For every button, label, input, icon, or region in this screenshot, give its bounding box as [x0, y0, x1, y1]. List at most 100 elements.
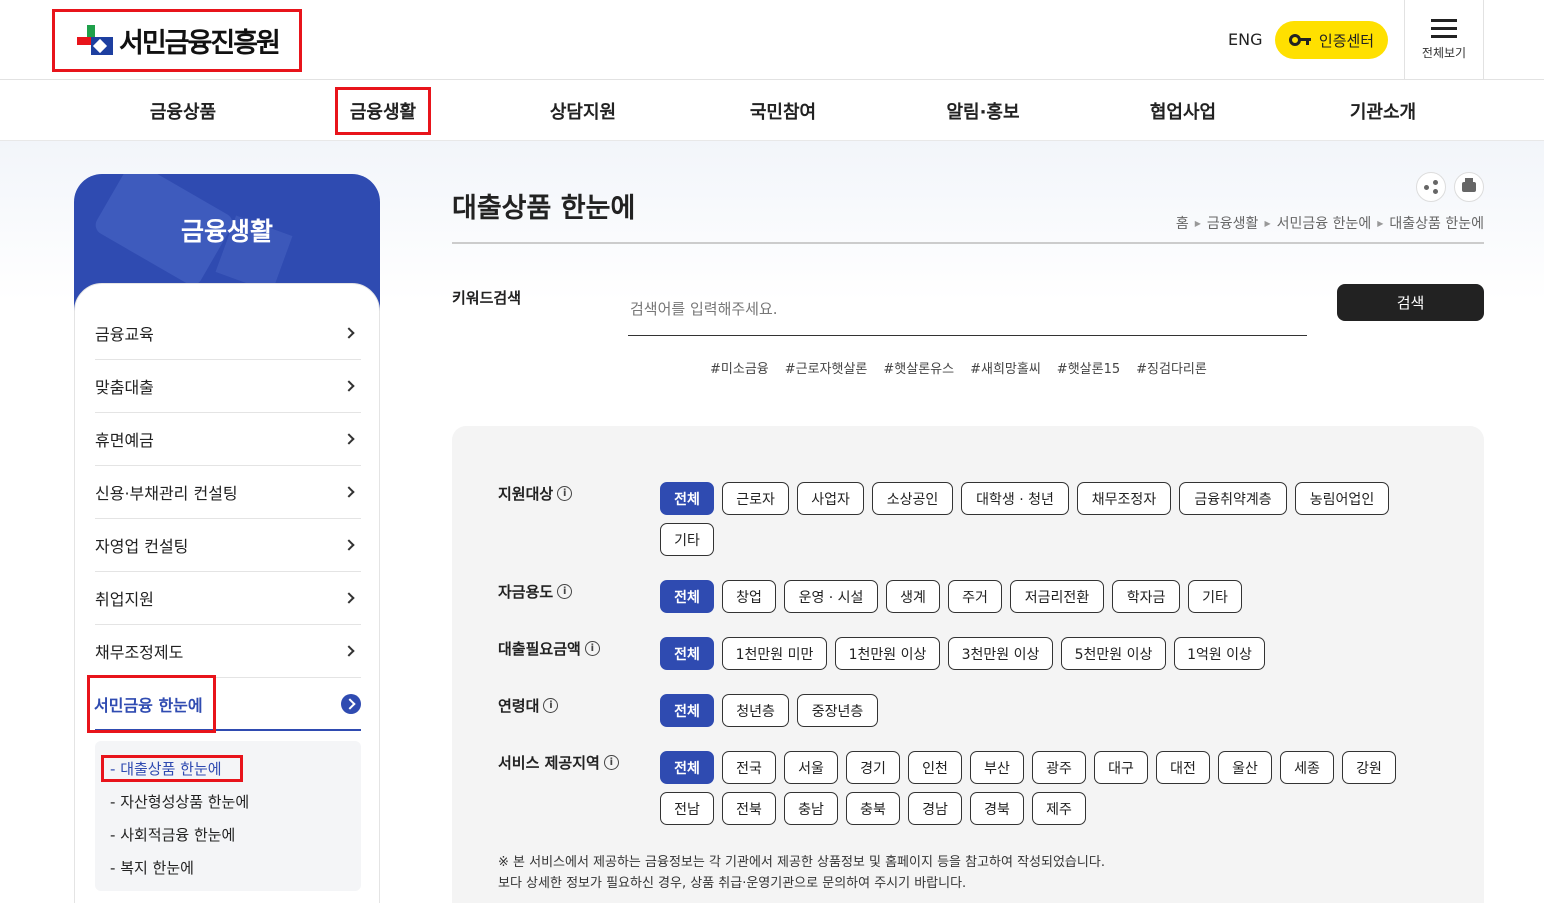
chip-region-jeonbuk[interactable]: 전북 — [722, 792, 776, 825]
breadcrumb-item[interactable]: 서민금융 한눈에 — [1277, 213, 1372, 233]
search-button[interactable]: 검색 — [1337, 284, 1484, 321]
chip-amount-over-10m[interactable]: 1천만원 이상 — [835, 637, 940, 670]
print-icon — [1462, 178, 1476, 192]
chip-region-gangwon[interactable]: 강원 — [1342, 751, 1396, 784]
chip-target-farmer[interactable]: 농림어업인 — [1295, 482, 1389, 515]
hashtag-link[interactable]: #근로자햇살론 — [785, 358, 868, 377]
chip-region-all[interactable]: 전체 — [660, 751, 714, 784]
filter-label-target: 지원대상 i — [498, 483, 573, 504]
chip-target-all[interactable]: 전체 — [660, 482, 714, 515]
chip-target-debtor[interactable]: 채무조정자 — [1077, 482, 1171, 515]
chip-amount-over-30m[interactable]: 3천만원 이상 — [948, 637, 1053, 670]
chip-target-worker[interactable]: 근로자 — [722, 482, 789, 515]
page-title: 대출상품 한눈에 — [452, 193, 636, 224]
sidebar-title: 금융생활 — [180, 217, 273, 246]
allmenu-button[interactable]: 전체보기 — [1404, 0, 1484, 80]
gnb-item-life[interactable]: 금융생활 — [283, 80, 483, 141]
chip-amount-all[interactable]: 전체 — [660, 637, 714, 670]
chip-purpose-etc[interactable]: 기타 — [1188, 580, 1242, 613]
chip-target-student[interactable]: 대학생 · 청년 — [961, 482, 1069, 515]
chip-region-busan[interactable]: 부산 — [970, 751, 1024, 784]
hashtag-list: #미소금융 #근로자햇살론 #햇살론유스 #새희망홀씨 #햇살론15 #징검다리… — [710, 358, 1207, 377]
chip-purpose-living[interactable]: 생계 — [886, 580, 940, 613]
gnb-item-about[interactable]: 기관소개 — [1283, 80, 1483, 141]
chip-region-gwangju[interactable]: 광주 — [1032, 751, 1086, 784]
chip-region-nationwide[interactable]: 전국 — [722, 751, 776, 784]
hashtag-link[interactable]: #새희망홀씨 — [970, 358, 1041, 377]
print-button[interactable] — [1454, 172, 1484, 202]
submenu-item-social[interactable]: - 사회적금융 한눈에 — [110, 824, 235, 845]
chip-purpose-refinance[interactable]: 저금리전환 — [1010, 580, 1104, 613]
chip-region-gyeonggi[interactable]: 경기 — [846, 751, 900, 784]
chip-amount-under-10m[interactable]: 1천만원 미만 — [722, 637, 827, 670]
chip-region-gyeongbuk[interactable]: 경북 — [970, 792, 1024, 825]
chip-region-chungbuk[interactable]: 충북 — [846, 792, 900, 825]
share-button[interactable] — [1416, 172, 1446, 202]
sidebar-item-label: 자영업 컨설팅 — [95, 537, 189, 556]
chip-region-sejong[interactable]: 세종 — [1280, 751, 1334, 784]
gnb-label: 상담지원 — [549, 101, 617, 123]
info-icon[interactable]: i — [557, 486, 573, 501]
submenu-item-loan[interactable]: - 대출상품 한눈에 — [101, 755, 243, 782]
sidebar-item-education[interactable]: 금융교육 — [95, 307, 361, 360]
gnb-item-cooperation[interactable]: 협업사업 — [1083, 80, 1283, 141]
chip-target-business[interactable]: 사업자 — [797, 482, 864, 515]
chip-purpose-housing[interactable]: 주거 — [948, 580, 1002, 613]
chip-region-seoul[interactable]: 서울 — [784, 751, 838, 784]
chip-purpose-tuition[interactable]: 학자금 — [1112, 580, 1180, 613]
sidebar-submenu: - 대출상품 한눈에 - 자산형성상품 한눈에 - 사회적금융 한눈에 - 복지… — [95, 741, 361, 891]
chip-region-chungnam[interactable]: 충남 — [784, 792, 838, 825]
sidebar-item-employment[interactable]: 취업지원 — [95, 572, 361, 625]
site-logo[interactable]: 서민금융진흥원 — [52, 9, 302, 72]
sidebar-item-credit-consulting[interactable]: 신용·부채관리 컨설팅 — [95, 466, 361, 519]
info-icon[interactable]: i — [557, 584, 573, 599]
chip-region-jeonnam[interactable]: 전남 — [660, 792, 714, 825]
chip-amount-over-50m[interactable]: 5천만원 이상 — [1061, 637, 1166, 670]
breadcrumb-item[interactable]: 금융생활 — [1207, 213, 1259, 233]
chip-amount-over-100m[interactable]: 1억원 이상 — [1174, 637, 1265, 670]
sidebar-item-dormant-deposit[interactable]: 휴면예금 — [95, 413, 361, 466]
chip-age-middle[interactable]: 중장년층 — [797, 694, 878, 727]
eng-link[interactable]: ENG — [1228, 30, 1262, 49]
chip-region-incheon[interactable]: 인천 — [908, 751, 962, 784]
hashtag-link[interactable]: #징검다리론 — [1136, 358, 1207, 377]
chip-age-youth[interactable]: 청년층 — [722, 694, 789, 727]
sidebar-item-custom-loan[interactable]: 맞춤대출 — [95, 360, 361, 413]
gnb-item-news[interactable]: 알림·홍보 — [883, 80, 1083, 141]
chip-purpose-all[interactable]: 전체 — [660, 580, 714, 613]
chip-region-jeju[interactable]: 제주 — [1032, 792, 1086, 825]
chip-target-vulnerable[interactable]: 금융취약계층 — [1179, 482, 1287, 515]
hashtag-link[interactable]: #햇살론15 — [1057, 358, 1120, 377]
submenu-item-asset[interactable]: - 자산형성상품 한눈에 — [110, 791, 249, 812]
chevron-right-icon — [343, 380, 355, 392]
cert-center-button[interactable]: 인증센터 — [1275, 21, 1388, 59]
breadcrumb-home[interactable]: 홈 — [1176, 213, 1189, 233]
submenu-label: 사회적금융 한눈에 — [120, 826, 236, 844]
sidebar-item-debt-adjustment[interactable]: 채무조정제도 — [95, 625, 361, 678]
chip-region-gyeongnam[interactable]: 경남 — [908, 792, 962, 825]
chip-purpose-startup[interactable]: 창업 — [722, 580, 776, 613]
hashtag-link[interactable]: #햇살론유스 — [883, 358, 954, 377]
breadcrumb-current: 대출상품 한눈에 — [1389, 216, 1484, 232]
sidebar-menu: 금융교육 맞춤대출 휴면예금 신용·부채관리 컨설팅 자영업 컨설팅 취업지원 … — [74, 283, 380, 903]
info-icon[interactable]: i — [584, 641, 600, 656]
hashtag-link[interactable]: #미소금융 — [710, 358, 769, 377]
gnb-item-products[interactable]: 금융상품 — [83, 80, 283, 141]
info-icon[interactable]: i — [603, 755, 619, 770]
chip-age-all[interactable]: 전체 — [660, 694, 714, 727]
logo-mark-icon — [73, 23, 115, 59]
chip-target-etc[interactable]: 기타 — [660, 523, 714, 556]
gnb-item-participation[interactable]: 국민참여 — [683, 80, 883, 141]
search-input[interactable] — [628, 282, 1307, 336]
sidebar-item-selfemployed-consulting[interactable]: 자영업 컨설팅 — [95, 519, 361, 572]
chip-purpose-operation[interactable]: 운영 · 시설 — [784, 580, 878, 613]
chip-region-daegu[interactable]: 대구 — [1094, 751, 1148, 784]
filter-label-text: 지원대상 — [498, 485, 554, 503]
submenu-item-welfare[interactable]: - 복지 한눈에 — [110, 857, 194, 878]
chip-target-smallbiz[interactable]: 소상공인 — [872, 482, 953, 515]
chip-region-ulsan[interactable]: 울산 — [1218, 751, 1272, 784]
sidebar-item-at-a-glance[interactable]: 서민금융 한눈에 — [87, 674, 361, 733]
info-icon[interactable]: i — [543, 698, 559, 713]
gnb-item-consult[interactable]: 상담지원 — [483, 80, 683, 141]
chip-region-daejeon[interactable]: 대전 — [1156, 751, 1210, 784]
